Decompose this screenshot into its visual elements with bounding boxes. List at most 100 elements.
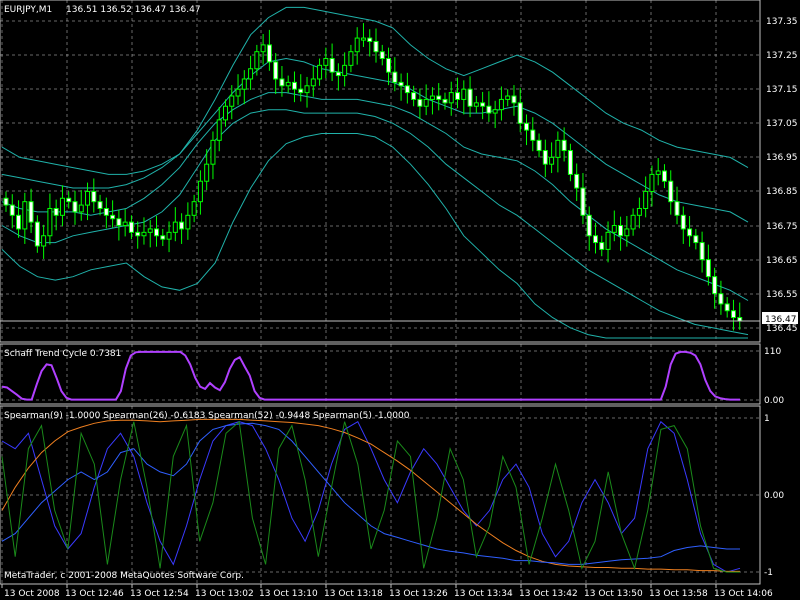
candle-body	[34, 221, 40, 247]
time-tick-label: 13 Oct 13:02	[195, 589, 254, 599]
candle-body	[680, 214, 686, 230]
candle-body	[135, 231, 141, 237]
time-tick-label: 13 Oct 12:54	[130, 589, 189, 599]
candle-body	[291, 81, 297, 90]
symbol-header: EURJPY,M1	[4, 5, 52, 15]
candle-body	[737, 317, 743, 322]
spearman-tick-label: -1	[764, 568, 773, 578]
candle-body	[191, 201, 197, 216]
candle-body	[229, 95, 235, 107]
candle-body	[141, 231, 147, 237]
candle-body	[517, 102, 523, 124]
candle-body	[687, 228, 693, 237]
candle-body	[47, 207, 53, 237]
candle-body	[693, 235, 699, 244]
candle-body	[718, 293, 724, 305]
candle-body	[360, 37, 366, 41]
price-tick-label: 136.65	[766, 256, 798, 266]
time-tick-label: 13 Oct 13:34	[454, 589, 513, 599]
candle-body	[386, 58, 392, 73]
candle-body	[323, 58, 329, 66]
candle-body	[59, 197, 65, 216]
spearman-title: Spearman(9) -1.0000 Spearman(26) -0.6183…	[4, 411, 410, 421]
candle-body	[103, 207, 109, 216]
candle-body	[423, 98, 429, 107]
candle-body	[480, 102, 486, 107]
candle-body	[85, 190, 91, 206]
candle-body	[122, 221, 128, 227]
candle-body	[204, 163, 210, 182]
candle-body	[9, 204, 15, 216]
candle-body	[586, 214, 592, 237]
candle-body	[724, 303, 730, 312]
candle-body	[53, 207, 59, 216]
ohlc-readout: 136.51 136.52 136.47 136.47	[66, 5, 201, 15]
candle-body	[154, 228, 160, 237]
candle-body	[461, 88, 467, 100]
candle-body	[455, 92, 461, 100]
candle-body	[605, 231, 611, 250]
candle-body	[304, 85, 310, 94]
candle-body	[567, 150, 573, 175]
candle-body	[241, 78, 247, 90]
candle-body	[273, 61, 279, 80]
time-tick-label: 13 Oct 13:42	[519, 589, 578, 599]
candle-body	[674, 201, 680, 216]
current-price-label: 136.47	[765, 315, 797, 325]
candle-body	[549, 156, 555, 165]
candle-body	[179, 221, 185, 230]
candle-body	[260, 44, 266, 53]
candle-body	[78, 204, 84, 213]
candle-body	[473, 102, 479, 107]
copyright-prefix: MetaTrader, c 2001-2008	[4, 571, 120, 581]
candle-body	[392, 71, 398, 83]
price-tick-label: 137.25	[766, 51, 798, 61]
candle-body	[661, 170, 667, 182]
candle-body	[611, 225, 617, 233]
candle-body	[166, 231, 172, 240]
price-tick-label: 136.55	[766, 290, 798, 300]
time-tick-label: 13 Oct 13:18	[324, 589, 383, 599]
candle-body	[72, 201, 78, 213]
candle-body	[417, 98, 423, 107]
candle-body	[486, 105, 492, 114]
candle-body	[630, 214, 636, 230]
candle-body	[116, 218, 122, 227]
candle-body	[248, 68, 254, 80]
candle-body	[348, 51, 354, 66]
price-tick-label: 136.95	[766, 153, 798, 163]
trading-chart-window[interactable]: 137.35 137.25 137.15 137.05 136.95 136.85 136.…	[0, 0, 800, 600]
candle-body	[668, 180, 674, 203]
candle-body	[172, 221, 178, 233]
copyright-company: MetaQuotes Software Corp.	[120, 571, 244, 581]
candle-body	[367, 37, 373, 42]
candle-body	[436, 95, 442, 100]
candle-body	[335, 71, 341, 77]
candle-body	[279, 78, 285, 87]
candle-body	[530, 129, 536, 141]
stc-tick-label: 110	[764, 347, 781, 357]
candle-body	[28, 201, 34, 223]
time-tick-label: 13 Oct 13:10	[259, 589, 318, 599]
candle-body	[210, 139, 216, 165]
candle-body	[110, 214, 116, 220]
candle-body	[712, 276, 718, 295]
spearman-tick-label: 0.00	[764, 491, 784, 501]
time-tick-label: 13 Oct 13:26	[389, 589, 448, 599]
chart-background	[0, 0, 800, 600]
candle-body	[373, 40, 379, 53]
candle-body	[429, 95, 435, 100]
candle-body	[317, 64, 323, 80]
candle-body	[398, 81, 404, 87]
candle-body	[511, 95, 517, 104]
stc-title: Schaff Trend Cycle 0.7381	[4, 349, 121, 359]
time-tick-label: 13 Oct 12:46	[65, 589, 124, 599]
candle-body	[705, 259, 711, 278]
time-tick-label: 13 Oct 14:06	[714, 589, 773, 599]
candle-body	[730, 310, 736, 319]
candle-body	[379, 51, 385, 60]
time-tick-label: 13 Oct 13:50	[584, 589, 643, 599]
candle-body	[448, 92, 454, 104]
candle-body	[160, 235, 166, 240]
candle-body	[310, 78, 316, 87]
